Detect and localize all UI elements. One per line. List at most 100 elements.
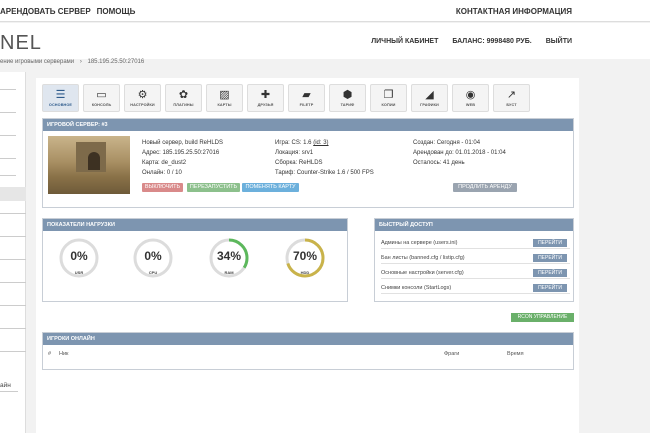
panel-title: БЫСТРЫЙ ДОСТУП [375, 219, 573, 231]
gauge-label: RAM [224, 270, 234, 275]
server-location: Локация: srv1 [275, 150, 314, 156]
sidebar-divider [0, 305, 26, 306]
quick-access-label: Основные настройки (server.cfg) [381, 270, 464, 276]
toolbar-label: ДРУЗЬЯ [257, 103, 274, 107]
gauge-value: 0% [70, 249, 88, 263]
panel-title: ИГРОКИ ОНЛАЙН [43, 333, 573, 345]
server-days-left: Осталось: 41 день [413, 160, 465, 166]
sidebar-item-active[interactable] [0, 187, 26, 201]
gauge-label: USR [74, 270, 84, 275]
sidebar-divider [0, 213, 26, 214]
server-created: Создан: Сегодня - 01:04 [413, 140, 481, 146]
go-button[interactable]: ПЕРЕЙТИ [533, 239, 567, 247]
go-button[interactable]: ПЕРЕЙТИ [533, 284, 567, 292]
column-header-frags: Фраги [444, 351, 460, 357]
sidebar-divider [0, 135, 16, 136]
add-user-icon: ✚ [260, 89, 271, 101]
nav-help[interactable]: ПОМОЩЬ [97, 7, 136, 16]
turn-off-button[interactable]: ВЫКЛЮЧИТЬ [142, 183, 183, 192]
toolbar-button-line-chart[interactable]: ↗ БУСТ [493, 84, 530, 112]
gauge-value: 34% [216, 249, 242, 263]
sidebar-divider [0, 351, 26, 352]
toolbar-button-tariff[interactable]: ⬢ ТАРИФ [329, 84, 366, 112]
line-chart-icon: ↗ [506, 89, 517, 101]
personal-cabinet-link[interactable]: ЛИЧНЫЙ КАБИНЕТ [371, 38, 438, 45]
sidebar-divider [0, 236, 26, 237]
logout-link[interactable]: ВЫЙТИ [546, 38, 572, 45]
quick-access-row: Бан листы (banned.cfg / listip.cfg) ПЕРЕЙ… [381, 252, 570, 264]
toolbar-label: ТАРИФ [340, 103, 355, 107]
image-icon: ▨ [219, 89, 230, 101]
sidebar: айн [0, 72, 26, 433]
sidebar-divider [0, 175, 16, 176]
toolbar-button-globe[interactable]: ◉ WEB [452, 84, 489, 112]
toolbar-button-settings[interactable]: ⚙ НАСТРОЙКИ [124, 84, 161, 112]
gauge-label: HDD [300, 270, 310, 275]
toolbar-label: КАРТЫ [217, 103, 232, 107]
toolbar-button-console[interactable]: ▭ КОНСОЛЬ [83, 84, 120, 112]
quick-access-row: Основные настройки (server.cfg) ПЕРЕЙТИ [381, 267, 570, 279]
toolbar-button-add-user[interactable]: ✚ ДРУЗЬЯ [247, 84, 284, 112]
top-nav: ? АРЕНДОВАТЬ СЕРВЕР ПОМОЩЬ [0, 7, 135, 16]
panel-title: ПОКАЗАТЕЛИ НАГРУЗКИ [43, 219, 347, 231]
gauge-hdd: 70% HDD [284, 237, 326, 279]
toolbar-button-folder[interactable]: ▰ FILETP [288, 84, 325, 112]
server-build: Сборка: ReHLDS [275, 160, 323, 166]
settings-icon: ⚙ [137, 89, 148, 101]
toolbar-label: КОНСОЛЬ [91, 103, 112, 107]
restart-button[interactable]: ПЕРЕЗАПУСТИТЬ [187, 183, 240, 192]
go-button[interactable]: ПЕРЕЙТИ [533, 269, 567, 277]
sidebar-divider [0, 112, 16, 113]
quick-access-row: Снимки консоли (StartLogs) ПЕРЕЙТИ [381, 282, 570, 294]
quick-access-panel: БЫСТРЫЙ ДОСТУП Админы на сервере (users.… [374, 218, 574, 302]
account-bar: ЛИЧНЫЙ КАБИНЕТ БАЛАНС: 9998480 РУБ. ВЫЙТ… [371, 38, 572, 45]
toolbar-button-plugins[interactable]: ✿ ПЛАГИНЫ [165, 84, 202, 112]
panel-title: ИГРОВОЙ СЕРВЕР: #3 [43, 119, 573, 131]
rcon-control-button[interactable]: RCON УПРАВЛЕНИЕ [511, 313, 574, 322]
players-online-panel: ИГРОКИ ОНЛАЙН # Ник Фраги Время [42, 332, 574, 370]
map-preview-image [48, 136, 130, 194]
breadcrumb-servers[interactable]: ение игровыми серверами [0, 59, 74, 65]
toolbar-button-area-chart[interactable]: ◢ ГРАФИКИ [411, 84, 448, 112]
toolbar-label: ГРАФИКИ [420, 103, 439, 107]
sidebar-online-label[interactable]: айн [0, 382, 11, 389]
server-toolbar: ☰ ОСНОВНОЕ ▭ КОНСОЛЬ ⚙ НАСТРОЙКИ ✿ ПЛАГИНЫ ▨ КАРТ… [42, 84, 574, 112]
nav-contact-info[interactable]: КОНТАКТНАЯ ИНФОРМАЦИЯ [456, 7, 572, 16]
sidebar-divider [0, 158, 16, 159]
extend-rent-button[interactable]: ПРОДЛИТЬ АРЕНДУ [453, 183, 517, 192]
server-game-id-link[interactable]: (id: 3) [313, 140, 328, 146]
quick-access-label: Бан листы (banned.cfg / listip.cfg) [381, 255, 465, 261]
copy-icon: ❐ [383, 89, 394, 101]
quick-access-label: Снимки консоли (StartLogs) [381, 285, 452, 291]
toolbar-label: FILETP [299, 103, 314, 107]
toolbar-label: БУСТ [506, 103, 517, 107]
tariff-icon: ⬢ [342, 89, 353, 101]
site-logo[interactable]: NEL [0, 32, 42, 55]
balance-label: БАЛАНС: 9998480 РУБ. [452, 38, 532, 45]
console-icon: ▭ [96, 89, 107, 101]
change-map-button[interactable]: ПОМЕНЯТЬ КАРТУ [242, 183, 299, 192]
sidebar-divider [0, 328, 26, 329]
breadcrumb: ение игровыми серверами › 185.195.25.50:… [0, 59, 578, 71]
column-header-nick: Ник [59, 351, 69, 357]
toolbar-label: ПЛАГИНЫ [173, 103, 194, 107]
toolbar-label: WEB [465, 103, 476, 107]
map-arch [88, 152, 100, 170]
sidebar-divider [0, 391, 18, 392]
area-chart-icon: ◢ [425, 89, 434, 101]
plugins-icon: ✿ [178, 89, 189, 101]
menu-icon: ☰ [55, 89, 66, 101]
toolbar-label: ОСНОВНОЕ [48, 103, 73, 107]
server-online: Онлайн: 0 / 10 [142, 170, 182, 176]
go-button[interactable]: ПЕРЕЙТИ [533, 254, 567, 262]
globe-icon: ◉ [465, 89, 476, 101]
toolbar-button-menu[interactable]: ☰ ОСНОВНОЕ [42, 84, 79, 112]
sidebar-divider [0, 282, 26, 283]
gauge-label: CPU [148, 270, 158, 275]
toolbar-button-copy[interactable]: ❐ КОПИИ [370, 84, 407, 112]
toolbar-button-image[interactable]: ▨ КАРТЫ [206, 84, 243, 112]
sidebar-divider [0, 89, 16, 90]
gauge-cpu: 0% CPU [132, 237, 174, 279]
nav-rent-server[interactable]: АРЕНДОВАТЬ СЕРВЕР [0, 7, 91, 16]
server-address: Адрес: 185.195.25.50:27016 [142, 150, 220, 156]
